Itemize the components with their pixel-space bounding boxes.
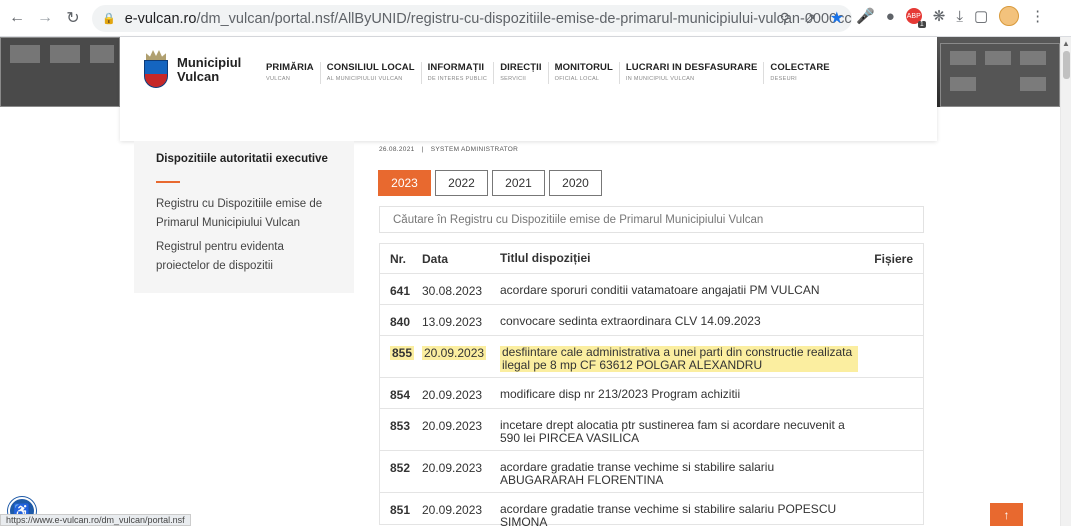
- sidebar-divider: [156, 181, 180, 183]
- col-titlu[interactable]: Titlul dispoziției: [500, 252, 870, 265]
- search-input[interactable]: [379, 206, 924, 233]
- page-scrollbar[interactable]: ▲: [1060, 37, 1071, 526]
- row-title[interactable]: convocare sedinta extraordinara CLV 14.0…: [500, 315, 870, 335]
- row-date: 20.09.2023: [422, 461, 483, 475]
- table-row-highlighted[interactable]: 855 20.09.2023 desfiintare cale administ…: [380, 336, 923, 378]
- row-title[interactable]: modificare disp nr 213/2023 Program achi…: [500, 388, 870, 408]
- row-date: 20.09.2023: [422, 346, 487, 360]
- row-title[interactable]: incetare drept alocatia ptr sustinerea f…: [500, 419, 870, 450]
- menu-item-informatii[interactable]: INFORMAȚII DE INTERES PUBLIC: [428, 62, 488, 84]
- menu-item-colectare[interactable]: COLECTARE DESEURI: [770, 62, 829, 84]
- browser-toolbar: ← → ↻ 🔒 e-vulcan.ro/dm_vulcan/portal.nsf…: [0, 0, 1071, 37]
- profile-avatar[interactable]: [999, 6, 1020, 26]
- row-date: 20.09.2023: [422, 388, 483, 402]
- row-nr: 851: [390, 503, 411, 517]
- download-icon[interactable]: ⤓: [956, 8, 963, 25]
- col-nr[interactable]: Nr.: [380, 252, 422, 266]
- table-row[interactable]: 641 30.08.2023 acordare sporuri conditii…: [380, 274, 923, 305]
- menu-item-consiliul-local[interactable]: CONSILIUL LOCAL AL MUNICIPIULUI VULCAN: [327, 62, 415, 84]
- url-path: /dm_vulcan/portal.nsf/AllByUNID/registru…: [196, 10, 852, 27]
- menu-item-lucrari[interactable]: LUCRARI IN DESFASURARE IN MUNICIPIUL VULC…: [626, 62, 758, 84]
- row-date: 30.08.2023: [422, 284, 483, 298]
- table-row[interactable]: 840 13.09.2023 convocare sedinta extraor…: [380, 305, 923, 336]
- row-nr: 853: [390, 419, 411, 433]
- ext-badge-count: 1: [917, 21, 926, 28]
- back-icon[interactable]: ←: [4, 5, 30, 31]
- site-logo[interactable]: Municipiul Vulcan: [143, 50, 241, 90]
- row-nr: 852: [390, 461, 411, 475]
- sidebar-link-registru[interactable]: Registru cu Dispozitiile emise de Primar…: [156, 195, 332, 233]
- table-row[interactable]: 852 20.09.2023 acordare gradatie transe …: [380, 451, 923, 493]
- lock-icon: 🔒: [102, 13, 116, 25]
- post-meta: 26.08.2021 | SYSTEM ADMINISTRATOR: [379, 146, 519, 153]
- zoom-icon[interactable]: ⚲: [780, 10, 790, 27]
- main-menu: PRIMĂRIA VULCAN CONSILIUL LOCAL AL MUNICIP…: [266, 62, 844, 84]
- year-tabs: 2023 2022 2021 2020: [378, 170, 602, 196]
- site-header: Municipiul Vulcan PRIMĂRIA VULCAN CONSILI…: [120, 37, 937, 141]
- row-nr: 854: [390, 388, 411, 402]
- sidebar-heading: Dispozitiile autoritatii executive: [156, 153, 328, 165]
- year-tab-2022[interactable]: 2022: [435, 170, 488, 196]
- row-nr: 855: [390, 346, 415, 360]
- table-row[interactable]: 853 20.09.2023 incetare drept alocatia p…: [380, 409, 923, 451]
- table-row[interactable]: 851 20.09.2023 acordare gradatie transe …: [380, 493, 923, 529]
- menu-item-primaria[interactable]: PRIMĂRIA VULCAN: [266, 62, 314, 84]
- logo-line1: Municipiul: [177, 55, 242, 70]
- year-tab-2021[interactable]: 2021: [492, 170, 545, 196]
- sidebar: Dispozitiile autoritatii executive Regis…: [134, 141, 354, 293]
- table-header: Nr. Data Titlul dispoziției Fișiere: [380, 244, 923, 274]
- row-title[interactable]: acordare gradatie transe vechime si stab…: [500, 503, 870, 529]
- dispozitii-table: Nr. Data Titlul dispoziției Fișiere 641 …: [379, 243, 924, 529]
- row-title[interactable]: desfiintare cale administrativa a unei p…: [500, 346, 858, 372]
- puzzle-icon[interactable]: ❋: [933, 7, 946, 25]
- address-bar[interactable]: 🔒 e-vulcan.ro/dm_vulcan/portal.nsf/AllBy…: [92, 5, 852, 32]
- star-icon[interactable]: ★: [830, 8, 844, 28]
- sidepanel-icon[interactable]: ▢: [974, 7, 988, 25]
- extension-icon[interactable]: ●: [886, 8, 895, 25]
- microphone-icon[interactable]: 🎤: [856, 7, 875, 25]
- row-nr: 840: [390, 315, 411, 329]
- scrollbar-thumb[interactable]: [1063, 51, 1070, 79]
- year-tab-2020[interactable]: 2020: [549, 170, 602, 196]
- status-bar-url: https://www.e-vulcan.ro/dm_vulcan/portal…: [0, 514, 191, 526]
- row-date: 13.09.2023: [422, 315, 483, 329]
- table-row[interactable]: 854 20.09.2023 modificare disp nr 213/20…: [380, 378, 923, 409]
- col-fisiere[interactable]: Fișiere: [870, 252, 923, 266]
- meta-date: 26.08.2021: [379, 146, 415, 153]
- forward-icon[interactable]: →: [32, 5, 58, 31]
- arrow-up-icon[interactable]: ↑: [990, 503, 1023, 526]
- meta-author: SYSTEM ADMINISTRATOR: [430, 146, 519, 153]
- scroll-up-icon[interactable]: ▲: [1061, 39, 1071, 48]
- row-nr: 641: [390, 284, 411, 298]
- share-icon[interactable]: ⇗: [804, 10, 816, 27]
- kebab-menu-icon[interactable]: ⋮: [1030, 7, 1045, 25]
- row-title[interactable]: acordare gradatie transe vechime si stab…: [500, 461, 870, 492]
- abp-icon[interactable]: ABP 1: [905, 8, 926, 28]
- menu-item-directii[interactable]: DIRECȚII SERVICII: [500, 62, 541, 84]
- row-title[interactable]: acordare sporuri conditii vatamatoare an…: [500, 284, 870, 304]
- logo-line2: Vulcan: [177, 69, 220, 84]
- crest-icon: [143, 50, 169, 90]
- sidebar-link-proiecte[interactable]: Registrul pentru evidenta proiectelor de…: [156, 238, 332, 276]
- col-data[interactable]: Data: [422, 252, 500, 266]
- row-date: 20.09.2023: [422, 419, 483, 433]
- menu-item-monitorul[interactable]: MONITORUL OFICIAL LOCAL: [555, 62, 613, 84]
- row-date: 20.09.2023: [422, 503, 483, 517]
- year-tab-2023[interactable]: 2023: [378, 170, 431, 196]
- url-domain: e-vulcan.ro: [124, 10, 197, 27]
- reload-icon[interactable]: ↻: [60, 5, 86, 31]
